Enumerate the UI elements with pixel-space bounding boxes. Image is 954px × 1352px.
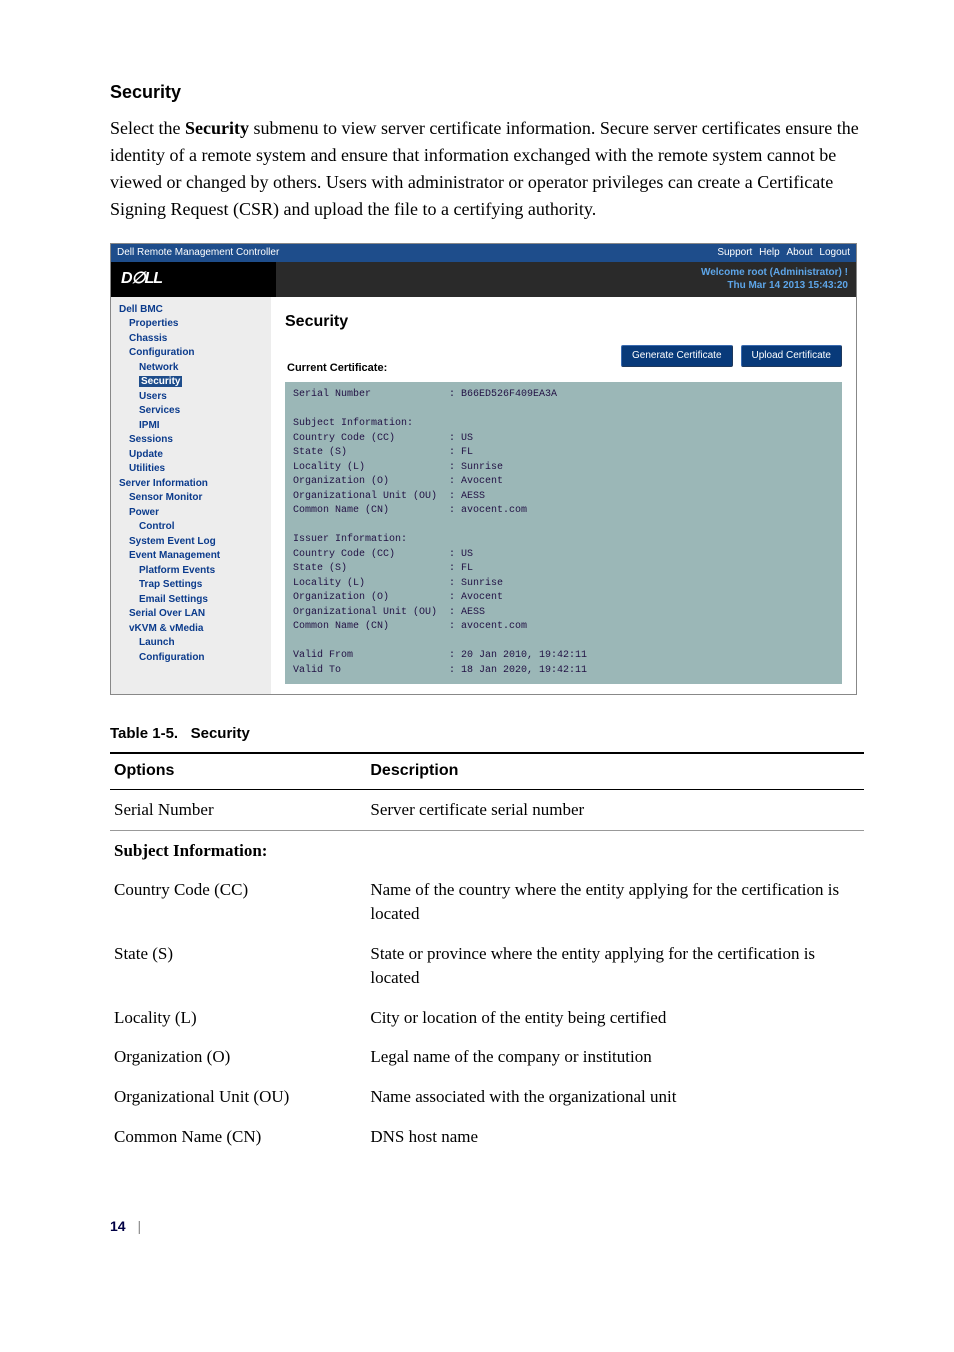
section-heading: Security [110,80,864,105]
para-bold: Security [185,118,249,138]
welcome-timestamp: Thu Mar 14 2013 15:43:20 [701,279,848,292]
nav-item[interactable]: Security [115,375,267,390]
table-row: Organizational Unit (OU)Name associated … [110,1077,864,1117]
nav-item[interactable]: Configuration [115,346,267,361]
table-row: Subject Information: [110,830,864,870]
screenshot-body: Dell BMCPropertiesChassisConfigurationNe… [111,297,856,695]
nav-item[interactable]: vKVM & vMedia [115,622,267,637]
option-cell: Common Name (CN) [110,1117,366,1157]
nav-item[interactable]: Configuration [115,651,267,666]
panel-heading: Security [285,311,842,333]
option-cell: Serial Number [110,789,366,830]
section-paragraph: Select the Security submenu to view serv… [110,115,864,223]
link-about[interactable]: About [786,247,812,258]
embedded-screenshot: Dell Remote Management Controller Suppor… [110,243,857,695]
cert-buttons: Generate Certificate Upload Certificate [621,345,842,367]
table-row: Country Code (CC)Name of the country whe… [110,870,864,934]
nav-item[interactable]: Trap Settings [115,578,267,593]
description-cell: Legal name of the company or institution [366,1037,864,1077]
page-footer: 14 | [110,1217,864,1237]
para-prefix: Select the [110,118,185,138]
welcome-user: Welcome root (Administrator) ! [701,266,848,279]
option-cell: Locality (L) [110,998,366,1038]
nav-item[interactable]: Event Management [115,549,267,564]
description-cell: City or location of the entity being cer… [366,998,864,1038]
nav-item[interactable]: Serial Over LAN [115,607,267,622]
table-caption-prefix: Table 1-5. [110,725,178,742]
nav-item[interactable]: Launch [115,636,267,651]
certificate-details: Serial Number : B66ED526F409EA3A Subject… [285,382,842,684]
table-row: Organization (O)Legal name of the compan… [110,1037,864,1077]
col-options: Options [110,753,366,789]
description-cell: Server certificate serial number [366,789,864,830]
option-cell: Subject Information: [110,830,366,870]
table-caption-title: Security [191,725,250,742]
table-row: Locality (L)City or location of the enti… [110,998,864,1038]
nav-item[interactable]: Platform Events [115,564,267,579]
col-description: Description [366,753,864,789]
description-cell: Name associated with the organizational … [366,1077,864,1117]
description-cell [366,830,864,870]
table-row: State (S)State or province where the ent… [110,934,864,998]
option-cell: Country Code (CC) [110,870,366,934]
table-caption: Table 1-5. Security [110,723,864,744]
nav-item[interactable]: Email Settings [115,593,267,608]
table-row: Serial NumberServer certificate serial n… [110,789,864,830]
nav-item[interactable]: Properties [115,317,267,332]
welcome-block: Welcome root (Administrator) ! Thu Mar 1… [693,262,856,296]
nav-item[interactable]: Control [115,520,267,535]
window-titlebar: Dell Remote Management Controller Suppor… [111,244,856,262]
nav-item[interactable]: Services [115,404,267,419]
footer-separator: | [137,1218,141,1234]
nav-item[interactable]: Server Information [115,477,267,492]
nav-item[interactable]: Sessions [115,433,267,448]
table-row: Common Name (CN)DNS host name [110,1117,864,1157]
description-cell: Name of the country where the entity app… [366,870,864,934]
options-table: Options Description Serial NumberServer … [110,752,864,1156]
brand-logo: D∅LL [111,262,276,296]
nav-item[interactable]: Chassis [115,332,267,347]
nav-item[interactable]: Sensor Monitor [115,491,267,506]
description-cell: DNS host name [366,1117,864,1157]
link-help[interactable]: Help [759,247,780,258]
nav-item[interactable]: Network [115,361,267,376]
option-cell: Organization (O) [110,1037,366,1077]
link-support[interactable]: Support [717,247,752,258]
generate-certificate-button[interactable]: Generate Certificate [621,345,733,367]
link-logout[interactable]: Logout [819,247,850,258]
main-panel: Security Generate Certificate Upload Cer… [271,297,856,695]
nav-item[interactable]: IPMI [115,419,267,434]
upload-certificate-button[interactable]: Upload Certificate [741,345,842,367]
nav-item[interactable]: Dell BMC [115,303,267,318]
nav-item[interactable]: Power [115,506,267,521]
page-number: 14 [110,1218,126,1234]
description-cell: State or province where the entity apply… [366,934,864,998]
nav-item[interactable]: Update [115,448,267,463]
option-cell: Organizational Unit (OU) [110,1077,366,1117]
nav-item[interactable]: Users [115,390,267,405]
nav-item[interactable]: Utilities [115,462,267,477]
titlebar-links: Support Help About Logout [713,246,850,260]
window-title: Dell Remote Management Controller [117,246,279,260]
side-nav: Dell BMCPropertiesChassisConfigurationNe… [111,297,271,695]
nav-item[interactable]: System Event Log [115,535,267,550]
option-cell: State (S) [110,934,366,998]
header-bar: D∅LL Welcome root (Administrator) ! Thu … [111,262,856,296]
